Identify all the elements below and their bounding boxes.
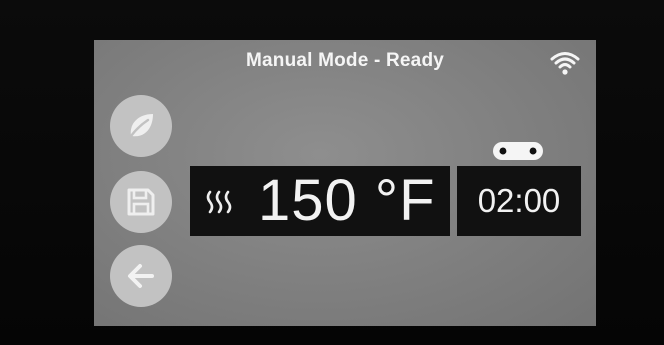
device-bezel: Manual Mode - Ready 150 °F 02:00 (0, 0, 664, 345)
timer-display[interactable]: 02:00 (457, 166, 581, 236)
display-screen: Manual Mode - Ready 150 °F 02:00 (94, 40, 596, 326)
temperature-display[interactable]: 150 °F (190, 166, 450, 236)
timer-value: 02:00 (477, 182, 561, 219)
arrow-left-icon (128, 264, 154, 288)
floppy-disk-icon (127, 188, 155, 216)
leaf-icon (129, 114, 153, 138)
temperature-value: 150 °F (258, 168, 436, 233)
page-title: Manual Mode - Ready (245, 50, 445, 71)
wifi-icon (550, 52, 580, 75)
conveyor-icon (493, 142, 543, 160)
heat-waves-icon (206, 190, 232, 214)
back-button[interactable] (110, 245, 172, 307)
save-button[interactable] (110, 171, 172, 233)
eco-button[interactable] (110, 95, 172, 157)
